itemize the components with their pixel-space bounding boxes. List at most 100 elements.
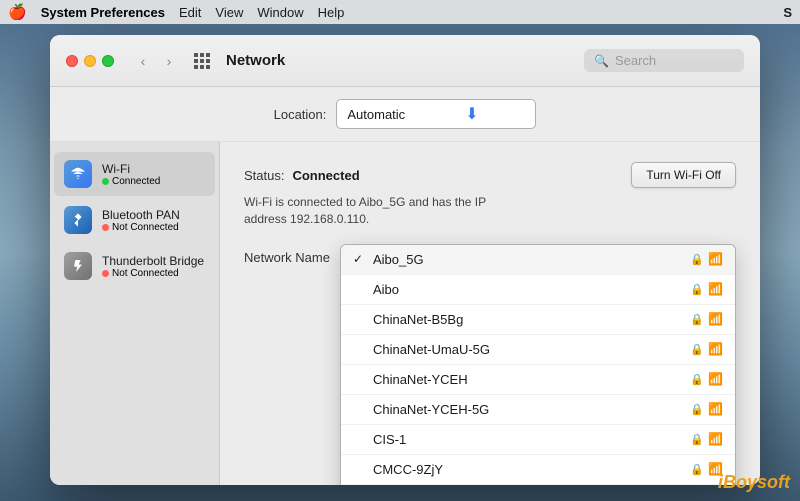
wifi-signal-icon: 📶 — [708, 432, 723, 446]
status-row: Status: Connected Turn Wi-Fi Off — [244, 162, 736, 188]
traffic-lights — [66, 55, 114, 67]
menu-view[interactable]: View — [215, 5, 243, 20]
sidebar-bluetooth-status: Not Connected — [102, 222, 180, 233]
sidebar-item-bluetooth[interactable]: Bluetooth PAN Not Connected — [54, 198, 215, 242]
lock-icon: 🔒 — [690, 253, 704, 266]
sidebar-bluetooth-text: Bluetooth PAN Not Connected — [102, 208, 180, 233]
sidebar-wifi-name: Wi-Fi — [102, 162, 160, 176]
wifi-status-dot — [102, 178, 109, 185]
sidebar: Wi-Fi Connected Blue — [50, 142, 220, 485]
network-name: CMCC-9ZjY — [373, 462, 684, 477]
menubar: 🍎 System Preferences Edit View Window He… — [0, 0, 800, 24]
network-name: Aibo — [373, 282, 684, 297]
thunderbolt-status-dot — [102, 270, 109, 277]
wifi-signal-icon: 📶 — [708, 282, 723, 296]
location-bar: Location: Automatic ⬇ — [50, 87, 760, 142]
window: ‹ › Network 🔍 Search Location: Automatic… — [50, 35, 760, 485]
window-content: Location: Automatic ⬇ Wi-Fi — [50, 87, 760, 485]
close-button[interactable] — [66, 55, 78, 67]
network-name: Aibo_5G — [373, 252, 684, 267]
network-icons: 🔒 📶 — [690, 432, 723, 446]
status-label: Status: — [244, 168, 284, 183]
titlebar: ‹ › Network 🔍 Search — [50, 35, 760, 87]
sidebar-wifi-text: Wi-Fi Connected — [102, 162, 160, 187]
watermark: iBoysoft — [718, 472, 790, 493]
sidebar-thunderbolt-name: Thunderbolt Bridge — [102, 254, 204, 268]
wifi-status-label: Connected — [112, 176, 160, 187]
network-item[interactable]: ChinaNet-YCEH 🔒 📶 — [341, 365, 735, 395]
location-chevron-icon: ⬇ — [465, 104, 478, 124]
network-name: CIS-1 — [373, 432, 684, 447]
location-select[interactable]: Automatic ⬇ — [336, 99, 536, 129]
sidebar-item-wifi[interactable]: Wi-Fi Connected — [54, 152, 215, 196]
lock-icon: 🔒 — [690, 283, 704, 296]
network-name: ChinaNet-YCEH-5G — [373, 402, 684, 417]
bluetooth-icon — [64, 206, 92, 234]
network-item[interactable]: Aibo 🔒 📶 — [341, 275, 735, 305]
network-icons: 🔒 📶 — [690, 402, 723, 416]
nav-arrows: ‹ › — [132, 50, 180, 72]
search-icon: 🔍 — [594, 54, 609, 68]
thunderbolt-icon — [64, 252, 92, 280]
wifi-signal-icon: 📶 — [708, 312, 723, 326]
wifi-signal-icon: 📶 — [708, 342, 723, 356]
back-button[interactable]: ‹ — [132, 50, 154, 72]
status-value: Connected — [292, 168, 359, 183]
network-name: ChinaNet-UmaU-5G — [373, 342, 684, 357]
main-body: Wi-Fi Connected Blue — [50, 142, 760, 485]
network-name-row: Network Name ✓ Aibo_5G 🔒 📶 Aibo 🔒 📶 Chin… — [244, 244, 736, 485]
lock-icon: 🔒 — [690, 433, 704, 446]
network-item[interactable]: ChinaNet-YCEH-5G 🔒 📶 — [341, 395, 735, 425]
wifi-signal-icon: 📶 — [708, 252, 723, 266]
menubar-right: S — [783, 5, 792, 20]
network-icons: 🔒 📶 — [690, 252, 723, 266]
location-label: Location: — [274, 107, 327, 122]
search-placeholder: Search — [615, 53, 656, 68]
menu-window[interactable]: Window — [257, 5, 303, 20]
network-icons: 🔒 📶 — [690, 342, 723, 356]
connection-info: Wi-Fi is connected to Aibo_5G and has th… — [244, 194, 736, 228]
bluetooth-status-label: Not Connected — [112, 222, 179, 233]
app-menu[interactable]: System Preferences — [41, 5, 165, 20]
right-panel: Status: Connected Turn Wi-Fi Off Wi-Fi i… — [220, 142, 760, 485]
menubar-items: Edit View Window Help — [179, 5, 344, 20]
sidebar-thunderbolt-status: Not Connected — [102, 268, 204, 279]
network-icons: 🔒 📶 — [690, 372, 723, 386]
wifi-signal-icon: 📶 — [708, 402, 723, 416]
network-item[interactable]: ✓ Aibo_5G 🔒 📶 — [341, 245, 735, 275]
minimize-button[interactable] — [84, 55, 96, 67]
location-value: Automatic — [347, 107, 405, 122]
lock-icon: 🔒 — [690, 343, 704, 356]
sidebar-bluetooth-name: Bluetooth PAN — [102, 208, 180, 222]
grid-icon[interactable] — [194, 53, 210, 69]
maximize-button[interactable] — [102, 55, 114, 67]
lock-icon: 🔒 — [690, 313, 704, 326]
network-item[interactable]: ChinaNet-B5Bg 🔒 📶 — [341, 305, 735, 335]
menu-help[interactable]: Help — [318, 5, 345, 20]
menu-edit[interactable]: Edit — [179, 5, 201, 20]
search-bar[interactable]: 🔍 Search — [584, 49, 744, 72]
network-name: ChinaNet-YCEH — [373, 372, 684, 387]
lock-icon: 🔒 — [690, 463, 704, 476]
network-item[interactable]: CIS-1 🔒 📶 — [341, 425, 735, 455]
lock-icon: 🔒 — [690, 403, 704, 416]
network-dropdown[interactable]: ✓ Aibo_5G 🔒 📶 Aibo 🔒 📶 ChinaNet-B5Bg 🔒 📶… — [340, 244, 736, 485]
wifi-icon — [64, 160, 92, 188]
bluetooth-status-dot — [102, 224, 109, 231]
thunderbolt-status-label: Not Connected — [112, 268, 179, 279]
apple-menu[interactable]: 🍎 — [8, 3, 27, 21]
sidebar-item-thunderbolt[interactable]: Thunderbolt Bridge Not Connected — [54, 244, 215, 288]
network-icons: 🔒 📶 — [690, 312, 723, 326]
sidebar-thunderbolt-text: Thunderbolt Bridge Not Connected — [102, 254, 204, 279]
network-item[interactable]: ChinaNet-UmaU-5G 🔒 📶 — [341, 335, 735, 365]
network-item[interactable]: CMCC-9ZjY 🔒 📶 — [341, 455, 735, 485]
turn-wifi-off-button[interactable]: Turn Wi-Fi Off — [631, 162, 736, 188]
network-check: ✓ — [353, 252, 367, 266]
network-icons: 🔒 📶 — [690, 282, 723, 296]
window-title: Network — [226, 52, 285, 69]
forward-button[interactable]: › — [158, 50, 180, 72]
network-name-label: Network Name — [244, 250, 330, 265]
network-name: ChinaNet-B5Bg — [373, 312, 684, 327]
wifi-signal-icon: 📶 — [708, 372, 723, 386]
sidebar-wifi-status: Connected — [102, 176, 160, 187]
